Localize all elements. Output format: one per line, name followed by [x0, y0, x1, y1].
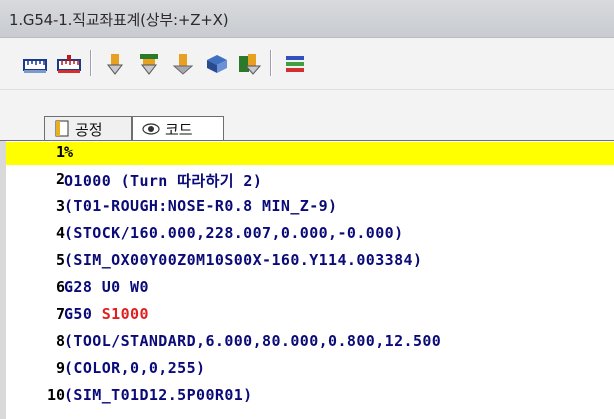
- code-text: (SIM_OX00Y00Z0M10S00X-160.Y114.003384): [64, 251, 423, 269]
- code-line[interactable]: 6 G28 U0 W0: [6, 277, 614, 300]
- code-line[interactable]: 3 (T01-ROUGH:NOSE-R0.8 MIN_Z-9): [6, 196, 614, 219]
- code-text: (COLOR,0,0,255): [64, 359, 206, 377]
- line-number: 10: [46, 386, 65, 404]
- tab-code-label: 코드: [165, 121, 193, 139]
- code-line[interactable]: 9 (COLOR,0,0,255): [6, 358, 614, 381]
- tab-process-label: 공정: [75, 121, 103, 139]
- toolbar: [0, 38, 614, 90]
- tab-process[interactable]: 공정: [44, 116, 132, 140]
- title-bar: 1.G54-1.직교좌표계(상부:+Z+X): [0, 0, 614, 38]
- tool-icon[interactable]: [170, 52, 196, 76]
- code-line[interactable]: 10 (SIM_T01D12.5P00R01): [6, 385, 614, 408]
- code-line[interactable]: 7 G50 S1000: [6, 304, 614, 327]
- code-text: G28 U0 W0: [64, 278, 149, 296]
- toolbar-separator: [90, 50, 92, 76]
- code-line-current[interactable]: 1 %: [6, 142, 614, 165]
- tool-stack-icon[interactable]: [136, 52, 162, 76]
- code-text: %: [64, 143, 74, 161]
- code-text: (T01-ROUGH:NOSE-R0.8 MIN_Z-9): [64, 197, 338, 215]
- code-line[interactable]: 2 O1000 (Turn 따라하기 2): [6, 169, 614, 192]
- code-line[interactable]: 4 (STOCK/160.000,228.007,0.000,-0.000): [6, 223, 614, 246]
- color-bars-icon[interactable]: [282, 52, 308, 76]
- code-text-prefix: G50: [64, 305, 102, 323]
- toolbar-separator: [270, 50, 272, 76]
- spindle-speed-token: S1000: [101, 305, 149, 323]
- tab-code[interactable]: 코드: [132, 116, 224, 141]
- code-line[interactable]: 8 (TOOL/STANDARD,6.000,80.000,0.800,12.5…: [6, 331, 614, 354]
- ruler-red-icon[interactable]: [56, 52, 82, 76]
- code-text: (STOCK/160.000,228.007,0.000,-0.000): [64, 224, 404, 242]
- code-line[interactable]: 5 (SIM_OX00Y00Z0M10S00X-160.Y114.003384): [6, 250, 614, 273]
- code-text: O1000 (Turn 따라하기 2): [64, 172, 263, 190]
- document-icon: [55, 120, 69, 137]
- ruler-icon[interactable]: [22, 52, 48, 76]
- code-text: G50 S1000: [64, 305, 149, 323]
- tool-turret-icon[interactable]: [204, 52, 230, 76]
- code-editor[interactable]: 1 % 2 O1000 (Turn 따라하기 2) 3 (T01-ROUGH:N…: [0, 141, 614, 419]
- tool-assembly-icon[interactable]: [236, 52, 262, 76]
- eye-icon: [142, 123, 160, 135]
- code-text: (TOOL/STANDARD,6.000,80.000,0.800,12.500: [64, 332, 442, 350]
- tool-yellow-icon[interactable]: [102, 52, 128, 76]
- window-title: 1.G54-1.직교좌표계(상부:+Z+X): [9, 11, 229, 29]
- code-text: (SIM_T01D12.5P00R01): [64, 386, 253, 404]
